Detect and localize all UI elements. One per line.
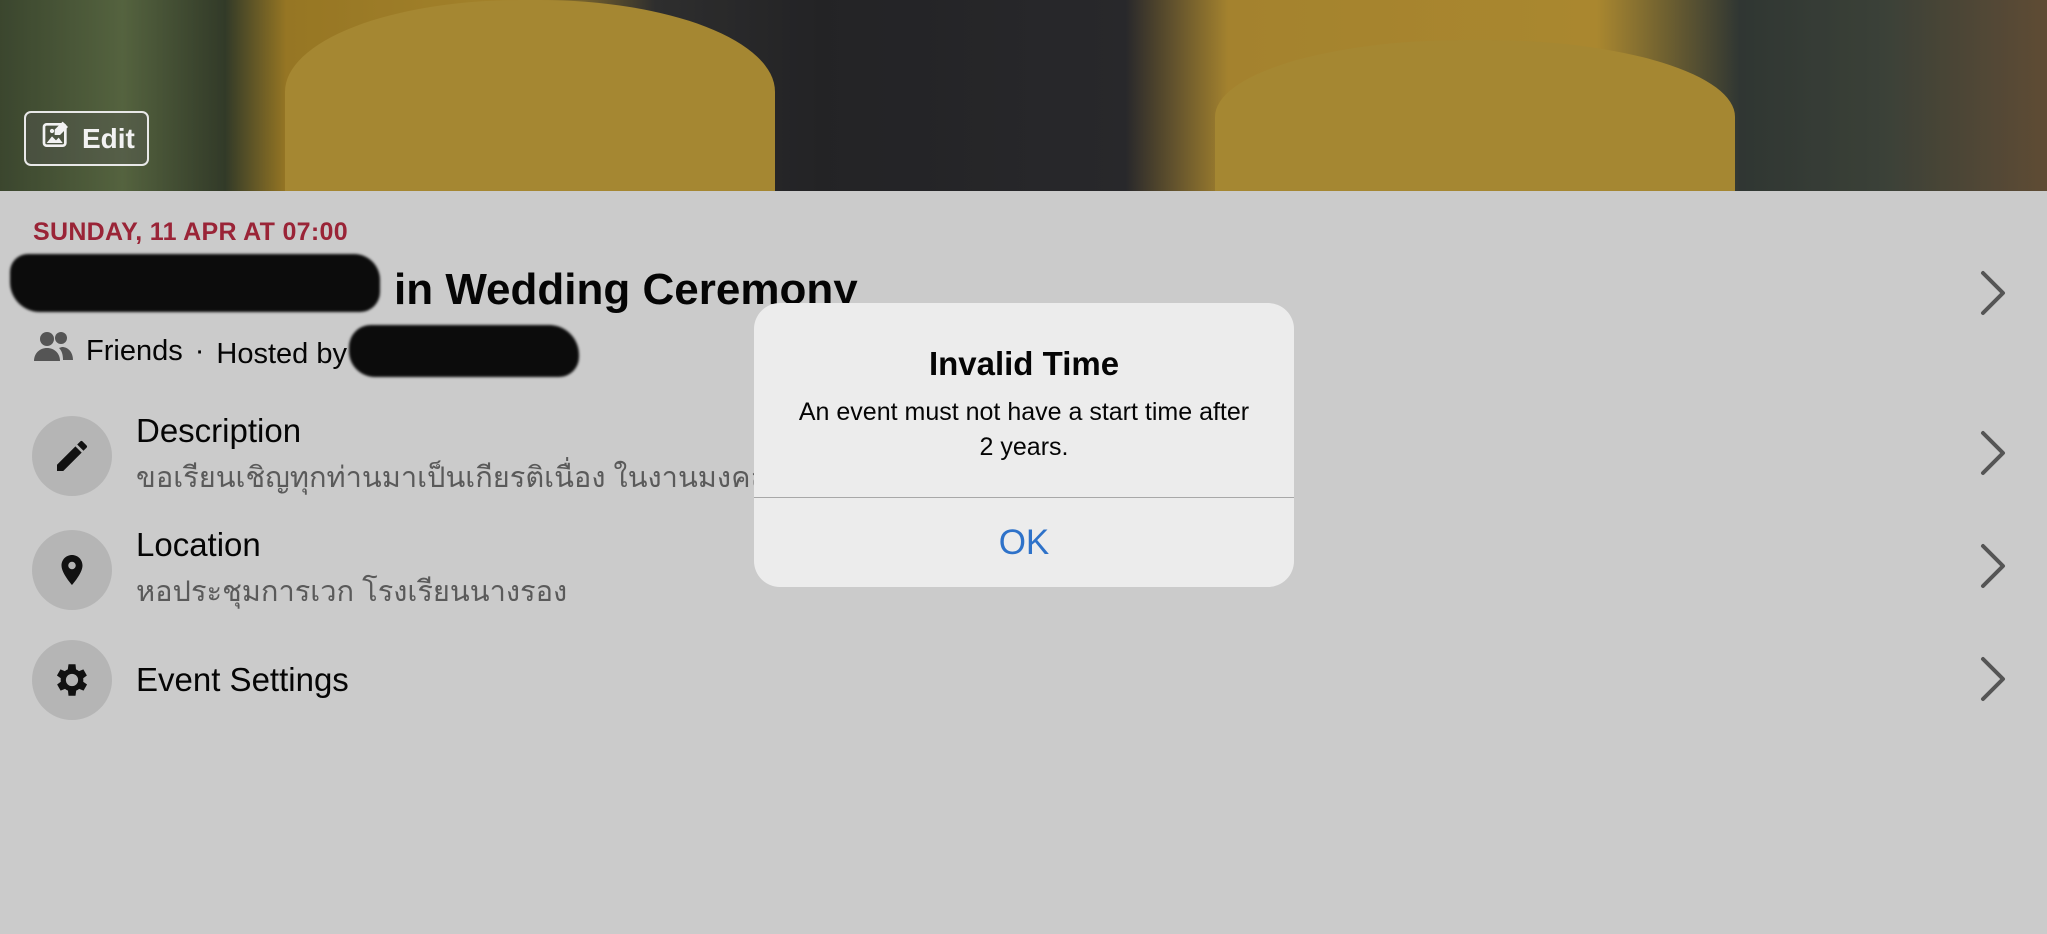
redacted-name — [10, 254, 380, 312]
hosted-by-prefix: Hosted by — [216, 338, 347, 370]
alert-title: Invalid Time — [928, 345, 1120, 382]
event-settings-title: Event Settings — [136, 661, 349, 698]
row-location[interactable]: Location หอประชุมการเวก โรงเรียนนางรอง — [32, 526, 567, 614]
invalid-time-alert: Invalid Time An event must not have a st… — [754, 303, 1294, 587]
meta-separator: · — [194, 334, 205, 367]
hosted-by-label[interactable]: Hosted by — [216, 325, 580, 377]
row-event-settings[interactable]: Event Settings — [32, 640, 349, 720]
location-subtitle: หอประชุมการเวก โรงเรียนนางรอง — [136, 576, 568, 608]
location-chevron-icon[interactable] — [1978, 541, 2008, 591]
event-settings-chevron-icon[interactable] — [1978, 654, 2008, 704]
alert-ok-button[interactable]: OK — [754, 498, 1294, 587]
photo-edit-icon — [40, 119, 72, 158]
edit-cover-button[interactable]: Edit — [24, 111, 149, 166]
description-subtitle: ขอเรียนเชิญทุกท่านมาเป็นเกียรติเนื่อง ใน… — [136, 462, 786, 494]
gear-icon — [32, 640, 112, 720]
map-pin-icon — [32, 530, 112, 610]
privacy-label: Friends — [86, 334, 183, 367]
event-title-chevron-icon[interactable] — [1978, 268, 2008, 318]
alert-message: An event must not have a start time afte… — [798, 398, 1250, 461]
redacted-host — [349, 325, 580, 377]
pencil-icon — [32, 416, 112, 496]
cover-dim-overlay — [0, 0, 2047, 191]
event-title[interactable]: in Wedding Ceremony — [10, 254, 858, 315]
event-date: SUNDAY, 11 APR AT 07:00 — [33, 218, 348, 246]
location-title: Location — [136, 526, 261, 563]
event-meta: Friends · Hosted by — [32, 325, 580, 377]
cover-photo: Edit — [0, 0, 2047, 191]
row-description[interactable]: Description ขอเรียนเชิญทุกท่านมาเป็นเกีย… — [32, 412, 786, 500]
description-chevron-icon[interactable] — [1978, 428, 2008, 478]
edit-cover-label: Edit — [82, 122, 135, 154]
description-title: Description — [136, 412, 302, 449]
friends-icon — [32, 329, 74, 373]
